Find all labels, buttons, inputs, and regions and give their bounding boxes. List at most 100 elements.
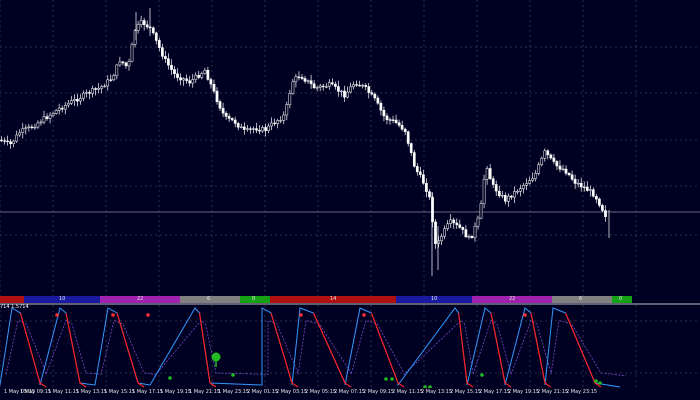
sell-signal-dot bbox=[299, 313, 303, 317]
candle-body-up bbox=[473, 225, 477, 238]
candle-body-down bbox=[598, 198, 601, 206]
time-axis-label: 2 May 03:15 bbox=[276, 389, 308, 395]
candle-body-up bbox=[318, 85, 322, 88]
candle-body-up bbox=[519, 188, 522, 192]
candles bbox=[0, 8, 610, 276]
time-axis-label: 2 May 05:15 bbox=[305, 389, 337, 395]
candle-body-down bbox=[3, 140, 6, 142]
candle-body-up bbox=[294, 76, 298, 83]
candle-body-up bbox=[21, 128, 25, 133]
candle-body-up bbox=[485, 168, 489, 180]
candle-body-up bbox=[97, 88, 100, 90]
session-segment-label: 14 bbox=[330, 296, 337, 302]
candle-body-up bbox=[516, 191, 519, 193]
candle-body-down bbox=[236, 123, 240, 128]
sell-signal-dot bbox=[55, 313, 59, 317]
candle-body-down bbox=[109, 79, 113, 81]
time-axis: 1 May 05:15 1 May 09:15 1 May 11:15 1 May 1… bbox=[0, 388, 700, 400]
oscillator-panel[interactable] bbox=[0, 303, 700, 388]
candle-body-down bbox=[312, 83, 316, 89]
candle-body-down bbox=[224, 112, 228, 117]
candle-body-down bbox=[579, 182, 583, 188]
candle-body-up bbox=[522, 184, 525, 189]
candle-body-down bbox=[452, 219, 456, 224]
candle-body-down bbox=[121, 61, 125, 64]
candle-body-down bbox=[0, 139, 3, 142]
sell-signal-dot bbox=[362, 313, 366, 317]
candle-body-up bbox=[246, 128, 249, 130]
candle-body-down bbox=[321, 85, 325, 88]
candle-body-up bbox=[479, 203, 483, 219]
candle-body-down bbox=[358, 84, 361, 87]
candle-body-down bbox=[422, 174, 425, 184]
candle-body-up bbox=[513, 191, 516, 198]
candle-body-up bbox=[79, 98, 82, 102]
candle-body-up bbox=[285, 104, 289, 116]
sell-signal-dot bbox=[111, 313, 115, 317]
buy-signal-dot bbox=[594, 379, 598, 383]
chart-window[interactable]: 10 22 6 0 14 10 22 6 0 714 1.5714 1 May 05:15 1 M… bbox=[0, 0, 700, 400]
candle-body-down bbox=[400, 125, 404, 130]
time-axis-label: 1 May 15:15 bbox=[104, 389, 136, 395]
candle-body-down bbox=[458, 224, 462, 228]
sell-signal-dot bbox=[146, 313, 150, 317]
time-axis-label: 1 May 09:15 bbox=[20, 389, 52, 395]
candle-body-up bbox=[36, 122, 40, 128]
session-segment bbox=[0, 296, 24, 303]
buy-signal-dot bbox=[168, 376, 172, 380]
candle-body-down bbox=[595, 196, 598, 200]
candle-body-down bbox=[403, 128, 407, 133]
candle-body-down bbox=[549, 154, 553, 159]
candle-body-up bbox=[182, 78, 185, 81]
candle-body-down bbox=[249, 128, 252, 130]
candle-body-down bbox=[215, 90, 219, 102]
candle-body-up bbox=[191, 79, 195, 84]
candle-body-down bbox=[258, 129, 261, 132]
candle-body-up bbox=[73, 98, 76, 101]
candle-body-down bbox=[255, 128, 258, 131]
price-chart-panel[interactable] bbox=[0, 0, 700, 296]
candle-body-down bbox=[455, 222, 459, 226]
candle-body-down bbox=[124, 62, 128, 67]
candle-body-down bbox=[227, 116, 231, 119]
candle-body-up bbox=[361, 85, 365, 87]
candle-body-down bbox=[370, 92, 374, 95]
candle-body-up bbox=[82, 92, 85, 99]
time-axis-label: 1 May 21:15 bbox=[189, 389, 221, 395]
candle-body-up bbox=[24, 127, 28, 129]
candle-body-down bbox=[337, 86, 340, 92]
candle-body-down bbox=[412, 152, 416, 167]
time-axis-label: 2 May 01:15 bbox=[247, 389, 279, 395]
candle-body-down bbox=[142, 20, 146, 26]
candle-body-down bbox=[601, 205, 604, 211]
candle-body-down bbox=[88, 92, 91, 94]
candle-body-down bbox=[309, 80, 313, 85]
candle-body-down bbox=[428, 191, 431, 198]
time-axis-label: 2 May 15:15 bbox=[450, 389, 482, 395]
candle-body-up bbox=[543, 150, 547, 159]
candle-body-down bbox=[461, 227, 465, 230]
candle-body-down bbox=[364, 85, 368, 87]
buy-signal-dot bbox=[384, 377, 388, 381]
candle-body-down bbox=[570, 174, 574, 180]
candle-body-down bbox=[415, 166, 419, 173]
candle-body-up bbox=[540, 157, 544, 165]
candle-body-down bbox=[418, 171, 422, 175]
candle-body-up bbox=[306, 80, 310, 82]
candle-body-up bbox=[291, 81, 295, 94]
candle-body-up bbox=[239, 126, 243, 128]
candle-body-up bbox=[252, 128, 255, 130]
candle-body-up bbox=[194, 74, 198, 80]
candle-body-down bbox=[233, 119, 237, 124]
candle-body-down bbox=[6, 140, 9, 143]
candle-body-up bbox=[288, 93, 292, 105]
candle-body-down bbox=[567, 173, 571, 176]
candle-body-down bbox=[164, 56, 167, 59]
candlestick-chart bbox=[0, 0, 700, 296]
time-axis-label: 1 May 13:15 bbox=[76, 389, 108, 395]
candle-body-up bbox=[561, 168, 565, 171]
candle-body-down bbox=[604, 210, 607, 217]
candle-body-down bbox=[591, 189, 595, 197]
candle-body-up bbox=[440, 236, 443, 242]
candle-body-down bbox=[397, 122, 401, 126]
